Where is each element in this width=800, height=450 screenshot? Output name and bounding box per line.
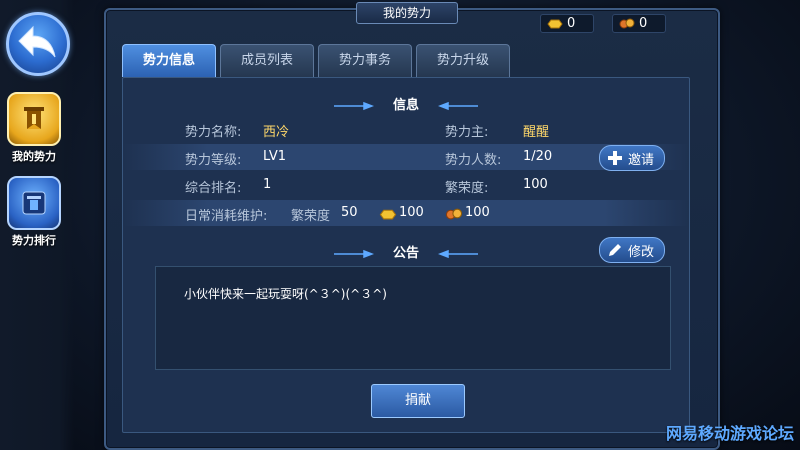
tab-force-upgrade[interactable]: 势力升级: [416, 44, 510, 77]
ranking-icon: [7, 176, 61, 230]
info-row-rank: 综合排名: 1 繁荣度: 100: [123, 172, 689, 198]
coin-bag-icon: [619, 18, 635, 29]
forum-watermark: 网易移动游戏论坛: [665, 424, 794, 443]
coin-bag-counter: 0: [612, 12, 667, 34]
upkeep-coin-value: 100: [465, 205, 490, 220]
notice-title-text: 公告: [392, 246, 419, 261]
gold-ingot-counter: 0: [540, 12, 595, 34]
wing-right-icon: [437, 101, 478, 110]
wing-left-icon: [334, 249, 375, 258]
sidebar-item-label: 我的势力: [12, 150, 56, 163]
members-label: 势力人数:: [445, 153, 502, 168]
donate-button[interactable]: 捐献: [371, 384, 465, 418]
force-banner-icon: [7, 92, 61, 146]
name-label: 势力名称:: [185, 125, 242, 140]
info-title-text: 信息: [392, 98, 419, 113]
notice-text: 小伙伴快来一起玩耍呀(^３^)(^３^): [184, 287, 387, 301]
plus-icon: [608, 151, 622, 165]
info-row-name: 势力名称: 西冷 势力主: 醒醒: [123, 116, 689, 142]
rank-value: 1: [263, 177, 272, 192]
wing-right-icon: [437, 249, 478, 258]
back-button[interactable]: [6, 12, 70, 76]
gold-ingot-icon: [379, 209, 397, 220]
tab-force-info[interactable]: 势力信息: [122, 44, 216, 77]
rank-label: 综合排名:: [185, 181, 242, 196]
leader-value: 醒醒: [523, 125, 550, 140]
coin-bag-icon: [445, 208, 463, 220]
upkeep-prosperity-value: 50: [341, 205, 358, 220]
gold-ingot-icon: [547, 19, 563, 29]
info-section-title: 信息: [123, 94, 689, 113]
notice-box: 小伙伴快来一起玩耍呀(^３^)(^３^): [155, 266, 671, 370]
sidebar-item-my-force[interactable]: 我的势力: [0, 92, 68, 164]
upkeep-gold-value: 100: [399, 205, 424, 220]
coin-bag-value: 0: [639, 15, 648, 31]
window-title: 我的势力: [356, 2, 458, 24]
gold-ingot-value: 0: [567, 15, 576, 31]
sidebar-item-force-ranking[interactable]: 势力排行: [0, 176, 68, 248]
name-value: 西冷: [263, 125, 290, 140]
tab-member-list[interactable]: 成员列表: [220, 44, 314, 77]
prosperity-label: 繁荣度:: [445, 181, 489, 196]
tab-bar: 势力信息 成员列表 势力事务 势力升级: [122, 44, 510, 77]
leader-label: 势力主:: [445, 125, 489, 140]
level-label: 势力等级:: [185, 153, 242, 168]
wing-left-icon: [334, 101, 375, 110]
upkeep-prosperity-label: 繁荣度: [291, 209, 331, 224]
members-value: 1/20: [523, 149, 553, 164]
prosperity-value: 100: [523, 177, 548, 192]
invite-label: 邀请: [628, 152, 655, 168]
back-arrow-icon: [18, 25, 56, 58]
edit-label: 修改: [628, 244, 655, 260]
edit-notice-button[interactable]: 修改: [599, 237, 666, 263]
level-value: LV1: [263, 149, 286, 164]
tab-force-affairs[interactable]: 势力事务: [318, 44, 412, 77]
info-row-upkeep: 日常消耗维护: 繁荣度 50 100 100: [123, 200, 689, 226]
content-area: 信息 势力名称: 西冷 势力主: 醒醒 势力等级: LV1 势力人数: 1/20…: [122, 77, 690, 433]
pen-icon: [609, 244, 621, 256]
invite-button[interactable]: 邀请: [599, 145, 666, 171]
sidebar-item-label: 势力排行: [12, 234, 56, 247]
upkeep-label: 日常消耗维护:: [185, 209, 268, 224]
